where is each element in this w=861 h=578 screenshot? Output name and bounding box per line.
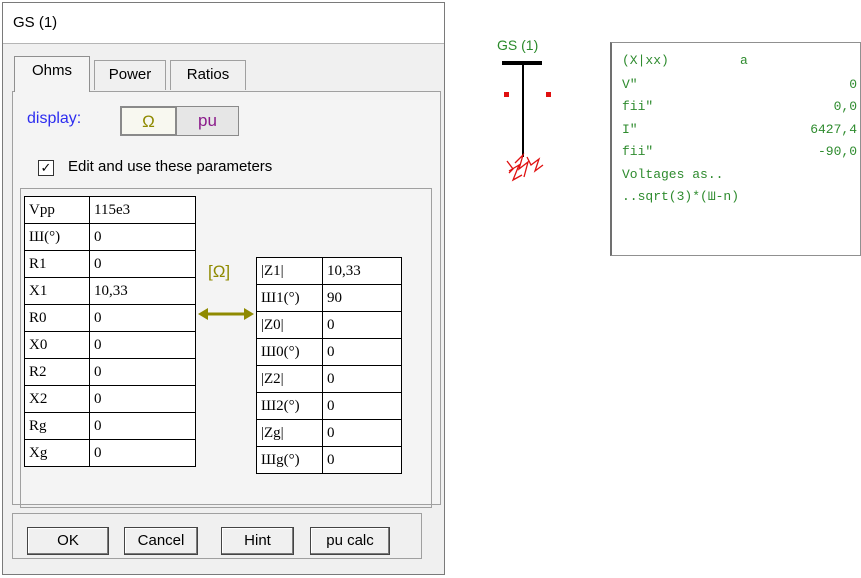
symbol-label: GS (1) — [497, 37, 539, 53]
info-row: fii" -90,0 — [622, 144, 857, 162]
cancel-button[interactable]: Cancel — [124, 527, 198, 555]
param-row-z0: |Z0| 0 — [256, 311, 402, 339]
param-value-field[interactable]: 0 — [89, 412, 196, 440]
param-row-r1: R1 0 — [24, 250, 196, 278]
window-title: GS (1) — [13, 14, 58, 31]
param-row-rg: Rg 0 — [24, 412, 196, 440]
display-ohm-button[interactable]: Ω — [120, 106, 176, 136]
tab-power[interactable]: Power — [94, 60, 166, 90]
param-value-field[interactable]: 90 — [322, 284, 402, 312]
param-value-field[interactable]: 0 — [322, 365, 402, 393]
info-label: V" — [622, 77, 638, 92]
generator-symbol-icon[interactable] — [495, 55, 565, 205]
info-row: ..sqrt(3)*(Ш-n) — [622, 189, 857, 207]
param-value-field[interactable]: 115e3 — [89, 196, 196, 224]
edit-parameters-label[interactable]: Edit and use these parameters — [68, 158, 272, 175]
tab-ratios[interactable]: Ratios — [170, 60, 246, 90]
param-row-angleg: Шg(°) 0 — [256, 446, 402, 474]
info-row: (X|xx) a — [622, 53, 857, 71]
param-row-r2: R2 0 — [24, 358, 196, 386]
param-key: |Zg| — [256, 419, 323, 447]
results-panel: (X|xx) a V" 0 fii" 0,0 I" 6427,4 fii" -9… — [610, 42, 861, 256]
display-label: display: — [27, 110, 82, 127]
param-row-angle0: Ш0(°) 0 — [256, 338, 402, 366]
double-arrow-icon — [198, 308, 254, 320]
info-value: 6427,4 — [810, 122, 857, 137]
param-key: Ш0(°) — [256, 338, 323, 366]
param-key: R1 — [24, 250, 90, 278]
hint-button[interactable]: Hint — [221, 527, 294, 555]
param-value-field[interactable]: 0 — [322, 419, 402, 447]
info-label: fii" — [622, 144, 654, 159]
info-row: I" 6427,4 — [622, 122, 857, 140]
right-parameter-table: |Z1| 10,33 Ш1(°) 90 |Z0| 0 Ш0(°) 0 |Z2| 0 Ш2(… — [256, 257, 402, 474]
param-key: Rg — [24, 412, 90, 440]
info-label: ..sqrt(3)*(Ш-n) — [622, 189, 740, 204]
info-row: Voltages as.. — [622, 167, 857, 185]
param-key: Ш1(°) — [256, 284, 323, 312]
param-row-z1: |Z1| 10,33 — [256, 257, 402, 285]
param-value-field[interactable]: 0 — [89, 385, 196, 413]
param-key: Шg(°) — [256, 446, 323, 474]
param-key: X1 — [24, 277, 90, 305]
param-key: R0 — [24, 304, 90, 332]
param-row-angle: Ш(°) 0 — [24, 223, 196, 251]
info-value: 0,0 — [833, 99, 857, 114]
param-key: |Z1| — [256, 257, 323, 285]
param-value-field[interactable]: 0 — [89, 250, 196, 278]
param-key: |Z0| — [256, 311, 323, 339]
info-label: Voltages as.. — [622, 167, 724, 182]
param-value-field[interactable]: 0 — [322, 392, 402, 420]
unit-label: [Ω] — [208, 262, 231, 281]
param-key: X0 — [24, 331, 90, 359]
param-key: X2 — [24, 385, 90, 413]
param-row-z2: |Z2| 0 — [256, 365, 402, 393]
param-value-field[interactable]: 0 — [89, 331, 196, 359]
param-key: Xg — [24, 439, 90, 467]
pu-calc-button[interactable]: pu calc — [310, 527, 390, 555]
param-row-zg: |Zg| 0 — [256, 419, 402, 447]
param-value-field[interactable]: 0 — [89, 358, 196, 386]
edit-parameters-checkbox[interactable]: ✓ — [38, 160, 54, 176]
param-row-angle1: Ш1(°) 90 — [256, 284, 402, 312]
param-value-field[interactable]: 10,33 — [322, 257, 402, 285]
display-pu-button[interactable]: pu — [176, 106, 239, 136]
info-value: -90,0 — [817, 144, 857, 159]
param-value-field[interactable]: 0 — [322, 446, 402, 474]
param-value-field[interactable]: 0 — [322, 338, 402, 366]
param-value-field[interactable]: 0 — [322, 311, 402, 339]
left-parameter-table: Vpp 115e3 Ш(°) 0 R1 0 X1 10,33 R0 0 X0 0 R2 0 X… — [24, 196, 196, 467]
param-value-field[interactable]: 0 — [89, 223, 196, 251]
param-row-vpp: Vpp 115e3 — [24, 196, 196, 224]
param-value-field[interactable]: 0 — [89, 304, 196, 332]
param-row-angle2: Ш2(°) 0 — [256, 392, 402, 420]
param-row-x1: X1 10,33 — [24, 277, 196, 305]
param-key: Ш(°) — [24, 223, 90, 251]
info-label: (X|xx) — [622, 53, 669, 68]
info-label: I" — [622, 122, 638, 137]
tab-ohms[interactable]: Ohms — [14, 56, 90, 92]
param-value-field[interactable]: 10,33 — [89, 277, 196, 305]
info-value: 0 — [849, 77, 857, 92]
info-row: fii" 0,0 — [622, 99, 857, 117]
param-row-r0: R0 0 — [24, 304, 196, 332]
param-row-x0: X0 0 — [24, 331, 196, 359]
param-key: R2 — [24, 358, 90, 386]
param-key: Vpp — [24, 196, 90, 224]
param-row-xg: Xg 0 — [24, 439, 196, 467]
title-bar[interactable]: GS (1) — [3, 3, 444, 44]
param-value-field[interactable]: 0 — [89, 439, 196, 467]
info-label: fii" — [622, 99, 654, 114]
info-row: V" 0 — [622, 77, 857, 95]
param-key: |Z2| — [256, 365, 323, 393]
param-row-x2: X2 0 — [24, 385, 196, 413]
ok-button[interactable]: OK — [27, 527, 109, 555]
param-key: Ш2(°) — [256, 392, 323, 420]
info-value: a — [740, 53, 748, 68]
